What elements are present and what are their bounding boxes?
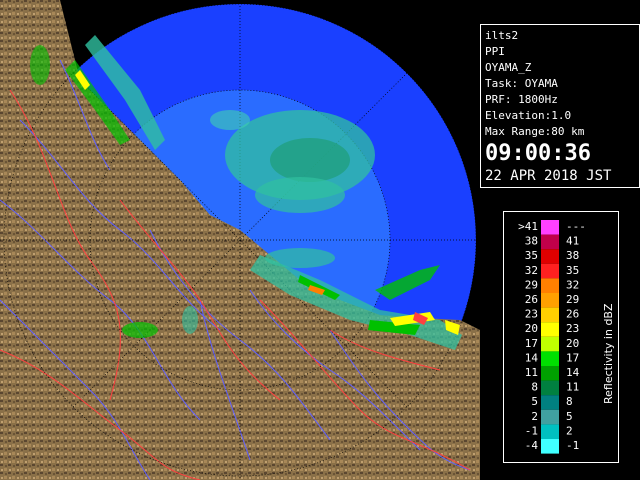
info-line-task: Task: OYAMA [485, 77, 558, 90]
legend-low-label: 17 [525, 337, 538, 350]
legend-swatch [541, 336, 559, 352]
legend-high-label: 14 [566, 366, 580, 379]
legend-swatch [541, 249, 559, 264]
legend-high-label: 8 [566, 395, 573, 408]
info-line-product: ilts2 [485, 29, 519, 42]
legend-unit-label: Reflectivity in dBZ [602, 303, 615, 404]
scan-info-panel: ilts2 PPI OYAMA_Z Task: OYAMA PRF: 1800H… [480, 24, 640, 188]
legend-low-label: 38 [525, 235, 538, 248]
legend-scale: >41 ---38 4135 3832 3529 3226 2923 2620 2317 2014… [518, 220, 615, 454]
legend-high-label: 2 [566, 424, 573, 437]
legend-swatch [541, 366, 559, 381]
info-line-elevation: Elevation:1.0 [485, 109, 572, 122]
legend-high-label: 17 [566, 351, 579, 364]
legend-swatch [541, 409, 559, 425]
legend-high-label: 35 [566, 264, 579, 277]
legend-high-label: 32 [566, 278, 579, 291]
legend-low-label: -4 [525, 439, 539, 452]
legend-low-label: 2 [531, 410, 538, 423]
info-line-radar: OYAMA_Z [485, 61, 532, 74]
legend-high-label: 5 [566, 410, 573, 423]
legend-high-label: 26 [566, 308, 579, 321]
legend-high-label: 20 [566, 337, 579, 350]
legend-high-label: 38 [566, 249, 579, 262]
legend-low-label: 14 [525, 351, 539, 364]
legend-low-label: 32 [525, 264, 538, 277]
legend-swatch [541, 293, 559, 308]
info-line-max-range: Max Range:80 km [485, 125, 585, 138]
legend-low-label: 23 [525, 308, 538, 321]
legend-swatch [541, 278, 559, 293]
legend-swatch [541, 395, 559, 410]
legend-swatch [541, 424, 559, 439]
scan-time: 09:00:36 [485, 141, 591, 166]
legend-high-label: 29 [566, 293, 579, 306]
legend-swatch [541, 220, 559, 235]
legend-swatch [541, 351, 559, 366]
info-line-prf: PRF: 1800Hz [485, 93, 558, 106]
legend-high-label: -1 [566, 439, 579, 452]
legend-low-label: >41 [518, 220, 538, 233]
legend-low-label: 29 [525, 278, 538, 291]
legend-low-label: 26 [525, 293, 538, 306]
legend-swatch [541, 234, 559, 250]
legend-low-label: 11 [525, 366, 538, 379]
radar-ppi-map [0, 0, 480, 480]
legend-low-label: 8 [531, 381, 538, 394]
legend-swatch [541, 322, 559, 337]
reflectivity-legend: >41 --- 38 41 35 38 32 35 29 32 26 29 23 26 20 23 17 20 14… [503, 211, 619, 463]
legend-high-label: --- [566, 220, 586, 233]
legend-swatch [541, 263, 559, 279]
scan-date: 22 APR 2018 JST [485, 168, 612, 184]
legend-swatch [541, 307, 559, 323]
info-line-scan-type: PPI [485, 45, 505, 58]
legend-swatch [541, 439, 559, 454]
legend-high-label: 11 [566, 381, 579, 394]
legend-low-label: 5 [531, 395, 538, 408]
legend-swatch [541, 380, 559, 396]
legend-high-label: 23 [566, 322, 579, 335]
legend-high-label: 41 [566, 235, 579, 248]
legend-low-label: -1 [525, 424, 538, 437]
legend-low-label: 20 [525, 322, 538, 335]
legend-low-label: 35 [525, 249, 538, 262]
